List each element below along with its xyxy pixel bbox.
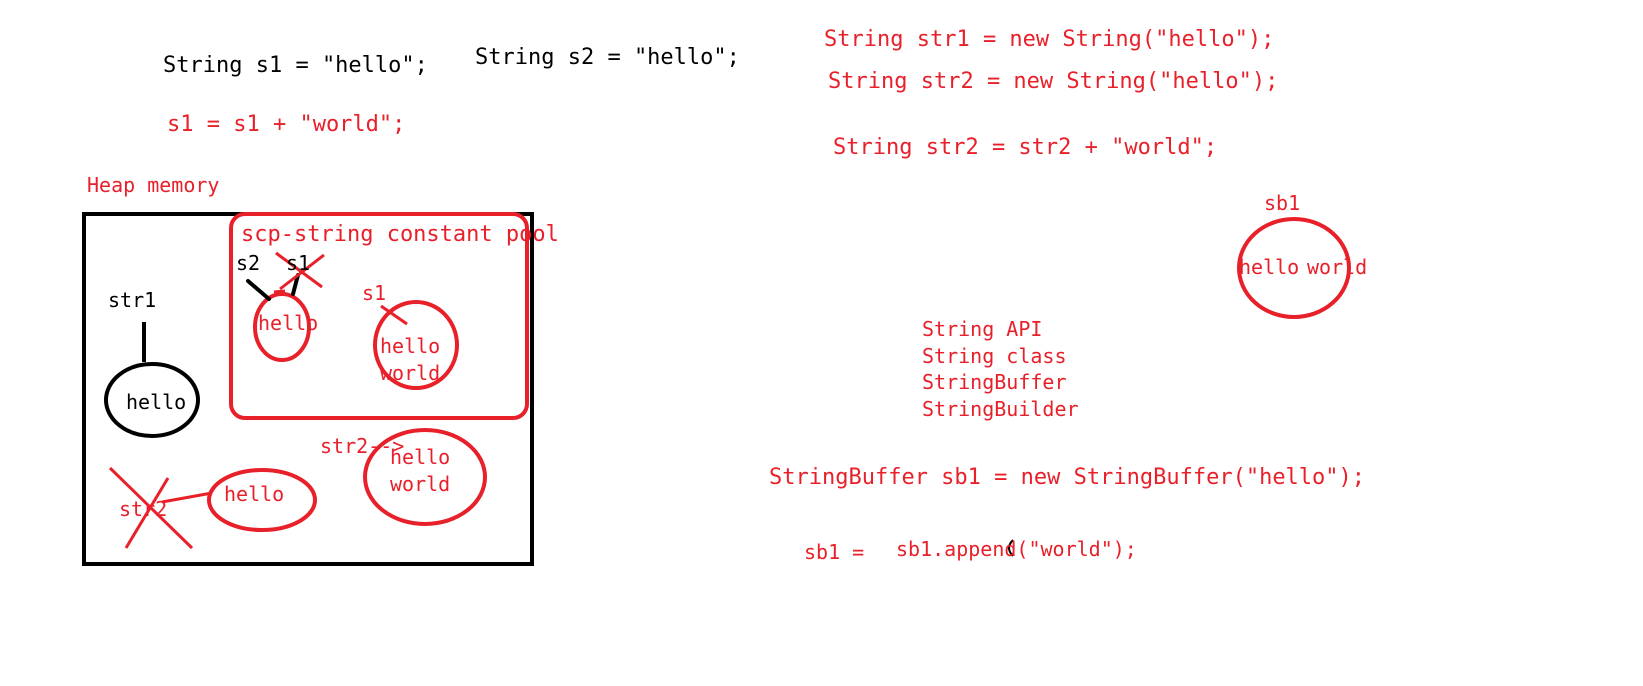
code-sb1-append: sb1.append("world");: [896, 537, 1137, 561]
code-sb1-declaration: StringBuffer sb1 = new StringBuffer("hel…: [769, 465, 1366, 490]
diagram-ink: [82, 212, 1351, 566]
pointer-tick: [273, 289, 286, 294]
scp-hello-world-line2: world: [380, 361, 441, 385]
str2-hello-world-line1: hello: [390, 445, 451, 469]
scp-hello-text: hello: [258, 311, 319, 335]
label-str2-crossed: str2: [119, 497, 168, 521]
scp-title: scp-string constant pool: [241, 222, 559, 247]
s2-pointer: [246, 279, 271, 301]
sb1-world-text: world: [1307, 255, 1368, 279]
api-list-item: StringBuilder: [922, 397, 1079, 421]
label-s1-crossed: s1: [286, 251, 311, 275]
api-list-item: String API: [922, 317, 1043, 341]
str2-old-pointer: [161, 491, 213, 504]
scp-hello-world-line1: hello: [380, 334, 441, 358]
code-str1-declaration: String str1 = new String("hello");: [824, 27, 1275, 52]
api-list-item: StringBuffer: [922, 370, 1067, 394]
label-str1: str1: [108, 288, 157, 312]
code-s2-declaration: String s2 = "hello";: [475, 45, 740, 70]
str2-hello-world-line2: world: [390, 472, 451, 496]
sb1-hello-text: hello: [1239, 255, 1300, 279]
code-s1-declaration: String s1 = "hello";: [163, 53, 428, 78]
label-s1-new: s1: [362, 281, 387, 305]
str1-hello-text: hello: [126, 390, 187, 414]
code-str2-declaration: String str2 = new String("hello");: [828, 69, 1279, 94]
code-s1-concat: s1 = s1 + "world";: [167, 112, 406, 137]
label-s2: s2: [236, 251, 261, 275]
str2-hello-text: hello: [224, 482, 285, 506]
code-sb1-assign: sb1 =: [804, 540, 865, 564]
sb1-label: sb1: [1264, 191, 1301, 215]
api-list-item: String class: [922, 344, 1067, 368]
heap-title: Heap memory: [87, 173, 220, 197]
code-str2-concat: String str2 = str2 + "world";: [833, 135, 1218, 160]
